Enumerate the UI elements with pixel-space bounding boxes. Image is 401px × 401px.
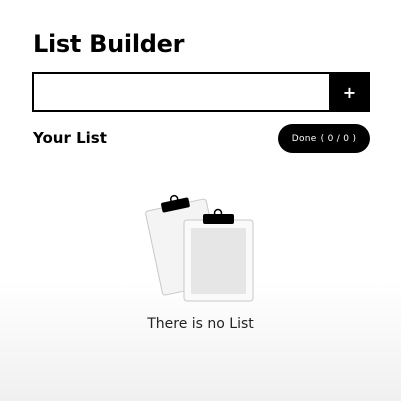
add-item-form: + <box>32 72 370 112</box>
your-list-heading: Your List <box>33 129 107 147</box>
page-title: List Builder <box>33 30 185 58</box>
plus-icon: + <box>342 82 357 102</box>
list-builder-app: List Builder + Your List Done ( 0 / 0 ) … <box>0 0 401 401</box>
empty-state-message: There is no List <box>147 316 254 332</box>
add-item-button[interactable]: + <box>329 72 370 112</box>
done-label: Done <box>291 133 317 144</box>
item-input[interactable] <box>32 72 329 112</box>
done-count: ( 0 / 0 ) <box>320 133 357 144</box>
done-filter-button[interactable]: Done ( 0 / 0 ) <box>278 124 370 153</box>
clipboard-icon <box>145 194 254 302</box>
